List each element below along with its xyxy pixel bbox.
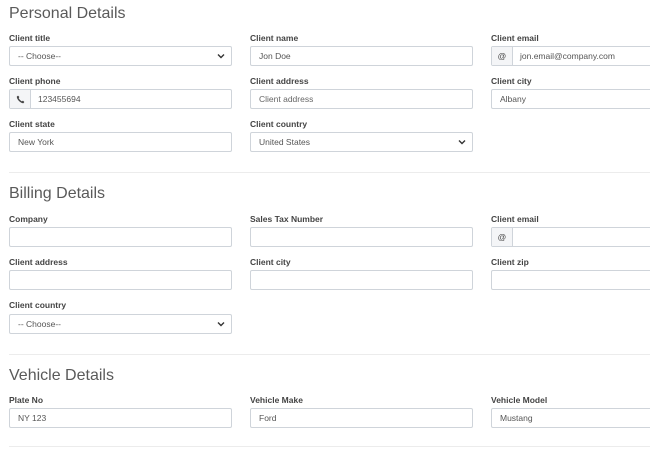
billing-email-input[interactable]: @ <box>491 227 650 247</box>
vehicle-make-label: Vehicle Make <box>250 395 303 405</box>
company-label: Company <box>9 214 48 224</box>
client-email-value: jon.email@company.com <box>520 51 615 61</box>
client-title-value: -- Choose-- <box>18 51 61 61</box>
billing-city-input[interactable] <box>250 270 473 290</box>
client-title-label: Client title <box>9 33 51 43</box>
client-country-label: Client country <box>250 119 308 129</box>
vehicle-details-heading: Vehicle Details <box>9 367 114 384</box>
client-city-value: Albany <box>500 94 526 104</box>
billing-country-value: -- Choose-- <box>18 319 61 329</box>
vehicle-make-value: Ford <box>259 413 277 423</box>
client-email-label: Client email <box>491 33 539 43</box>
chevron-down-icon <box>215 50 227 62</box>
chevron-down-icon <box>215 318 227 330</box>
client-city-label: Client city <box>491 76 532 86</box>
vehicle-make-input[interactable]: Ford <box>250 408 473 428</box>
plate-no-input[interactable]: NY 123 <box>9 408 232 428</box>
vehicle-model-label: Vehicle Model <box>491 395 548 405</box>
client-name-value: Jon Doe <box>259 51 291 61</box>
client-title-select[interactable]: -- Choose-- <box>9 46 232 66</box>
plate-no-label: Plate No <box>9 395 44 405</box>
vehicle-model-input[interactable]: Mustang <box>491 408 650 428</box>
client-country-select[interactable]: United States <box>250 132 473 152</box>
billing-address-label: Client address <box>9 257 68 267</box>
section-divider <box>9 172 650 173</box>
billing-country-select[interactable]: -- Choose-- <box>9 314 232 334</box>
client-city-input[interactable]: Albany <box>491 89 650 109</box>
billing-city-label: Client city <box>250 257 291 267</box>
client-state-value: New York <box>18 137 54 147</box>
vehicle-model-value: Mustang <box>500 413 533 423</box>
personal-details-heading: Personal Details <box>9 5 126 22</box>
at-sign-icon: @ <box>492 228 513 246</box>
client-phone-value: 123455694 <box>38 94 81 104</box>
client-email-input[interactable]: @ jon.email@company.com <box>491 46 650 66</box>
client-name-input[interactable]: Jon Doe <box>250 46 473 66</box>
billing-country-label: Client country <box>9 300 67 310</box>
section-divider <box>9 446 650 447</box>
client-address-label: Client address <box>250 76 309 86</box>
client-address-input[interactable]: Client address <box>250 89 473 109</box>
plate-no-value: NY 123 <box>18 413 47 423</box>
client-phone-label: Client phone <box>9 76 61 86</box>
billing-details-heading: Billing Details <box>9 185 106 202</box>
at-sign-icon: @ <box>492 47 513 65</box>
client-phone-input[interactable]: 123455694 <box>9 89 232 109</box>
chevron-down-icon <box>456 136 468 148</box>
section-divider <box>9 354 650 355</box>
sales-tax-label: Sales Tax Number <box>250 214 324 224</box>
client-state-input[interactable]: New York <box>9 132 232 152</box>
client-address-placeholder: Client address <box>259 94 314 104</box>
client-state-label: Client state <box>9 119 55 129</box>
phone-icon <box>10 90 31 108</box>
client-country-value: United States <box>259 137 311 147</box>
sales-tax-input[interactable] <box>250 227 473 247</box>
billing-zip-input[interactable] <box>491 270 650 290</box>
billing-address-input[interactable] <box>9 270 232 290</box>
client-name-label: Client name <box>250 33 299 43</box>
billing-email-label: Client email <box>491 214 539 224</box>
billing-zip-label: Client zip <box>491 257 529 267</box>
company-input[interactable] <box>9 227 232 247</box>
